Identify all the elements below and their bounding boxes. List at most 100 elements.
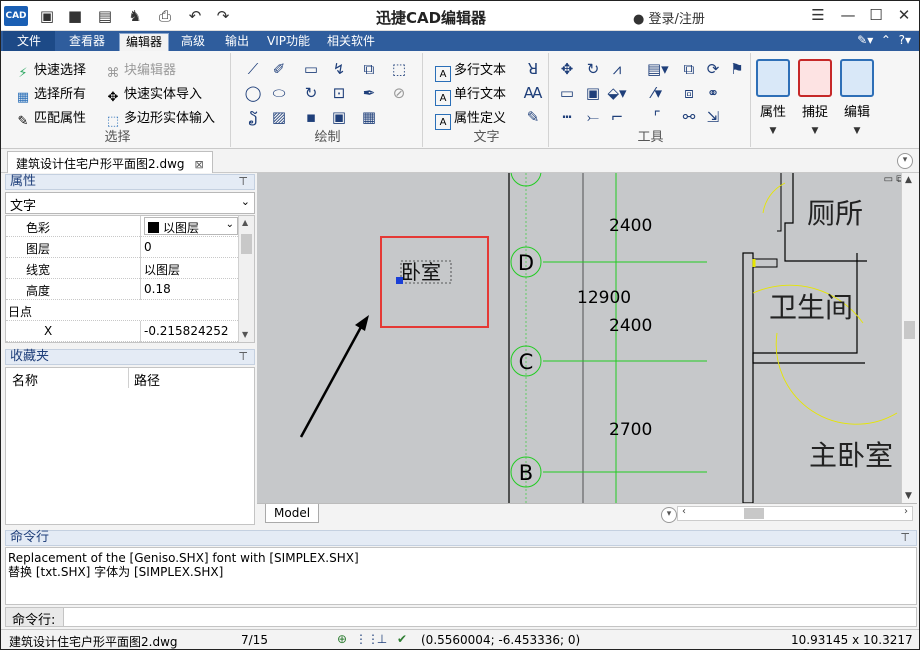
scroll-up-icon[interactable]: ▲	[242, 218, 248, 227]
multiline-text-button[interactable]: A 多行文本	[435, 59, 506, 82]
open-folder-icon[interactable]: ■	[65, 6, 85, 26]
region-icon[interactable]: ⬚	[389, 59, 409, 79]
pin-icon[interactable]: ⊤	[238, 175, 248, 189]
property-scrollbar[interactable]: ▲ ▼	[238, 216, 254, 342]
selected-text-label[interactable]: 卧室	[401, 260, 441, 284]
tab-advanced[interactable]: 高级	[175, 33, 211, 51]
ortho-toggle-icon[interactable]: ⊥	[375, 632, 389, 646]
refresh-icon[interactable]: ⟳	[703, 59, 723, 79]
stretch-icon[interactable]: ▭	[557, 83, 577, 103]
pen-tool-icon[interactable]: ✒	[359, 83, 379, 103]
collapse-icon[interactable]: ⌃	[881, 33, 891, 47]
property-row-height[interactable]: 高度 0.18	[6, 279, 238, 300]
tab-viewer[interactable]: 查看器	[63, 33, 111, 51]
scroll-right-icon[interactable]: ›	[904, 506, 908, 517]
tab-vip[interactable]: VIP功能	[261, 33, 316, 51]
link-icon[interactable]: ⚭	[703, 83, 723, 103]
color-select[interactable]: 以图层 ⌄	[144, 217, 238, 235]
column-header-path[interactable]: 路径	[134, 370, 160, 389]
close-icon[interactable]: ✕	[893, 5, 915, 25]
pencil-icon[interactable]: ✐	[269, 59, 289, 79]
export-icon[interactable]: ⇲	[703, 107, 723, 127]
save-icon[interactable]: ▤	[95, 6, 115, 26]
flag-icon[interactable]: ⚑	[727, 59, 747, 79]
tab-file[interactable]: 文件	[3, 31, 56, 51]
tab-related-software[interactable]: 相关软件	[321, 33, 381, 51]
select-all-button[interactable]: ▦ 选择所有	[15, 83, 86, 106]
paint-icon[interactable]: ⬙▾	[607, 83, 627, 103]
rectangle-icon[interactable]: ▭	[301, 59, 321, 79]
mirror-icon[interactable]: ⩘	[607, 59, 627, 79]
hatch-icon[interactable]: ▨	[269, 107, 289, 127]
single-line-text-button[interactable]: A 单行文本	[435, 83, 506, 106]
table-icon[interactable]: ▦	[359, 107, 379, 127]
edit-big-button[interactable]: 编辑 ▼	[837, 55, 877, 141]
pdf-icon[interactable]: ♞	[125, 6, 145, 26]
scroll-up-icon[interactable]: ▲	[905, 175, 912, 185]
layout-list-icon[interactable]: ▾	[661, 507, 677, 523]
tab-list-icon[interactable]: ▾	[897, 153, 913, 169]
tab-model[interactable]: Model	[265, 504, 320, 523]
point-icon[interactable]: ▪	[301, 107, 321, 127]
text-note-icon[interactable]: ✎	[523, 107, 543, 127]
properties-big-button[interactable]: 属性 ▼	[753, 55, 793, 141]
property-row-color[interactable]: 色彩 以图层 ⌄	[6, 216, 238, 237]
property-row-layer[interactable]: 图层 0	[6, 237, 238, 258]
property-row-x[interactable]: X -0.215824252	[6, 321, 238, 342]
circle-icon[interactable]: ◯	[243, 83, 263, 103]
scroll-down-icon[interactable]: ▼	[905, 491, 912, 501]
line-icon[interactable]: ⟋	[243, 59, 263, 79]
measure-icon[interactable]: ⚯	[679, 107, 699, 127]
horizontal-scrollbar[interactable]: ‹ ›	[677, 506, 913, 521]
grid-toggle-icon[interactable]: ⋮⋮	[355, 632, 379, 646]
redo-icon[interactable]: ↷	[213, 6, 233, 26]
property-row-lineweight[interactable]: 线宽 以图层	[6, 258, 238, 279]
scroll-thumb[interactable]	[744, 508, 764, 519]
ellipse-icon[interactable]: ⬭	[269, 83, 289, 103]
offset-icon[interactable]: ⤚	[583, 107, 603, 127]
layer-icon[interactable]: ▤▾	[647, 59, 669, 79]
move-icon[interactable]: ✥	[557, 59, 577, 79]
polyline-icon[interactable]: ↯	[329, 59, 349, 79]
scale-icon[interactable]: ▣	[583, 83, 603, 103]
minimize-icon[interactable]: ▭	[884, 174, 893, 185]
arc-icon[interactable]: ↻	[301, 83, 321, 103]
close-tab-icon[interactable]: ⊠	[195, 158, 204, 171]
vertical-scrollbar[interactable]: ▲ ▼	[901, 173, 917, 503]
document-tab[interactable]: 建筑设计住宅户形平面图2.dwg ⊠	[7, 151, 213, 173]
quick-entity-import-button[interactable]: ✥ 快速实体导入	[105, 83, 202, 106]
snap-big-button[interactable]: 捕捉 ▼	[795, 55, 835, 141]
help-icon[interactable]: ?▾	[899, 33, 911, 47]
minimize-icon[interactable]: —	[837, 5, 859, 25]
tab-editor[interactable]: 编辑器	[119, 33, 170, 51]
scroll-thumb[interactable]	[904, 321, 915, 339]
chamfer-icon[interactable]: ⌜	[647, 107, 667, 127]
snap-toggle-icon[interactable]: ⊕	[335, 632, 349, 646]
text-edit-icon[interactable]: Ꜳ	[523, 83, 543, 103]
undo-icon[interactable]: ↶	[185, 6, 205, 26]
pen-icon[interactable]: ✎▾	[857, 33, 873, 47]
rotate-icon[interactable]: ↻	[583, 59, 603, 79]
object-type-select[interactable]: 文字 ⌄	[5, 192, 255, 214]
spline-icon[interactable]: ຽ	[243, 107, 263, 127]
command-input[interactable]	[66, 609, 906, 625]
ungroup-icon[interactable]: ⧈	[679, 83, 699, 103]
pin-icon[interactable]: ⊤	[900, 531, 910, 545]
menu-icon[interactable]: ☰	[807, 5, 829, 25]
column-header-name[interactable]: 名称	[12, 370, 38, 389]
wipeout-icon[interactable]: ⊘	[389, 83, 409, 103]
drawing-canvas[interactable]: 卧室 2400 12900 2400 2700 D C B 厕所 卫生间 主卧室…	[257, 173, 917, 503]
scroll-left-icon[interactable]: ‹	[682, 506, 686, 517]
insert-icon[interactable]: ⊡	[329, 83, 349, 103]
pin-icon[interactable]: ⊤	[238, 350, 248, 364]
copy-block-icon[interactable]: ⧉	[359, 59, 379, 79]
scroll-thumb[interactable]	[241, 234, 252, 254]
print-icon[interactable]: ⎙	[155, 6, 175, 26]
maximize-icon[interactable]: ☐	[865, 5, 887, 25]
linetype-icon[interactable]: ⁄▾	[647, 83, 667, 103]
tab-output[interactable]: 输出	[219, 33, 255, 51]
dash-line-icon[interactable]: ┅	[557, 107, 577, 127]
quick-select-button[interactable]: ⚡ 快速选择	[15, 59, 86, 82]
ribbon-options[interactable]: ✎▾ ⌃ ?▾	[857, 33, 911, 47]
new-file-icon[interactable]: ▣	[37, 6, 57, 26]
